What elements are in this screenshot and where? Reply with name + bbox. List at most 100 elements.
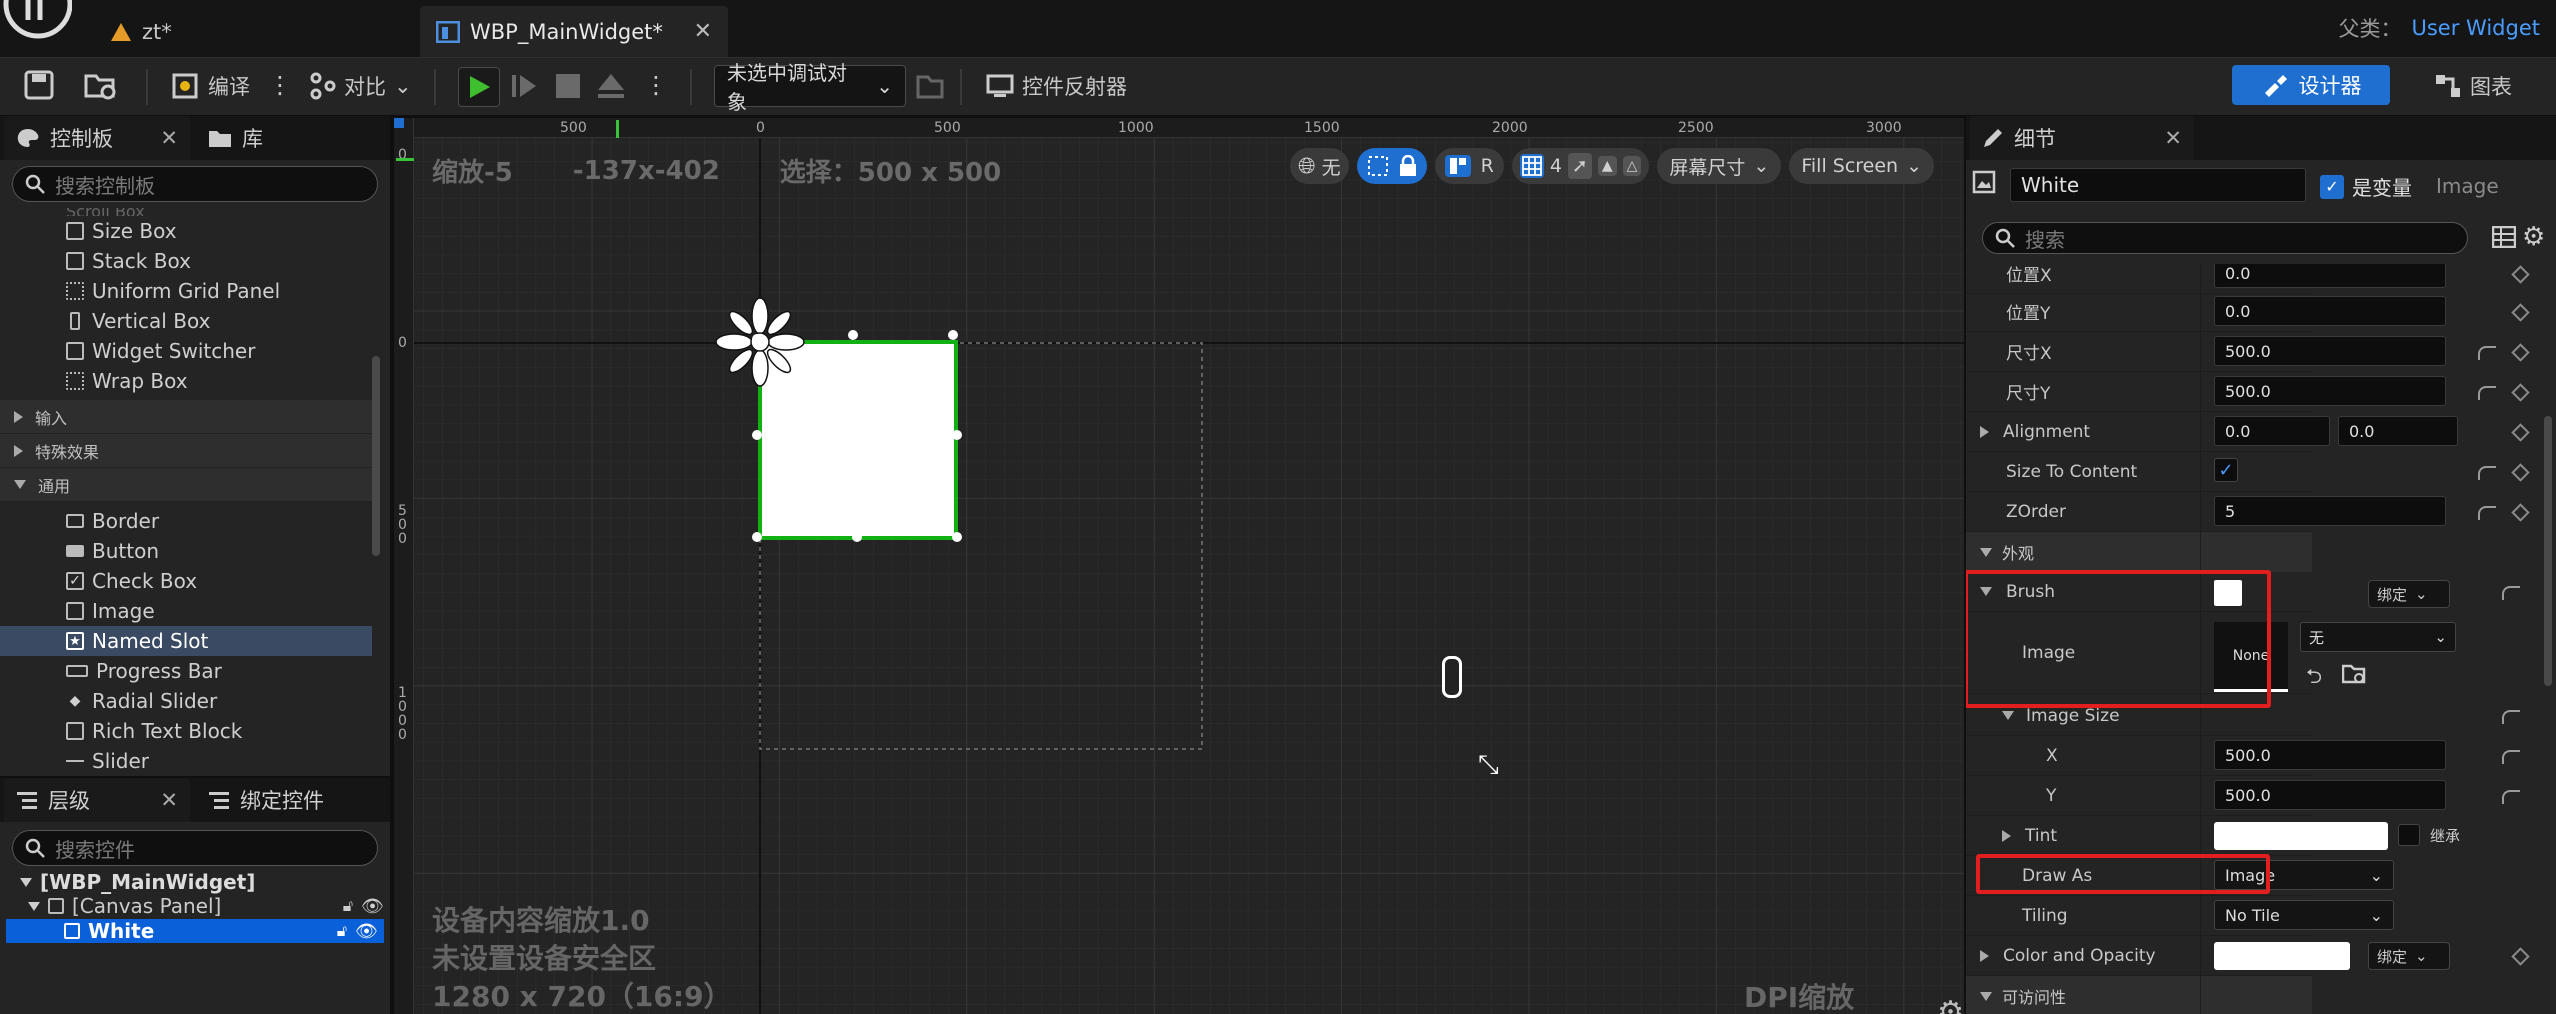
close-icon[interactable]: ✕ — [2164, 126, 2182, 150]
alignment-x-input[interactable]: 0.0 — [2214, 416, 2330, 446]
keyframe-diamond-icon[interactable] — [2511, 503, 2530, 522]
compile-options-icon[interactable]: ⋮ — [268, 71, 292, 99]
palette-item-widget-switcher[interactable]: Widget Switcher — [0, 336, 372, 366]
details-scrollbar[interactable] — [2544, 416, 2552, 686]
tab-details[interactable]: 细节 ✕ — [1970, 116, 2194, 160]
lock-icon[interactable]: 🔓︎ — [343, 896, 353, 916]
keyframe-diamond-icon[interactable] — [2511, 303, 2530, 322]
gear-icon[interactable]: ⚙ — [2522, 222, 2545, 252]
pos-x-input[interactable]: 0.0 — [2214, 264, 2446, 288]
palette-item-rich-text[interactable]: Rich Text Block — [0, 716, 372, 746]
alignment-y-input[interactable]: 0.0 — [2338, 416, 2458, 446]
tab-wbp-mainwidget[interactable]: WBP_MainWidget* ✕ — [420, 6, 728, 57]
keyframe-diamond-icon[interactable] — [2511, 383, 2530, 402]
eye-icon[interactable]: 👁︎ — [361, 896, 384, 917]
section-appearance[interactable]: 外观 — [1966, 532, 2312, 572]
browse-icon[interactable] — [84, 70, 118, 100]
unreal-logo-icon[interactable] — [0, 0, 72, 40]
gear-icon[interactable]: ⚙ — [1937, 995, 1964, 1014]
palette-item-uniform-grid[interactable]: Uniform Grid Panel — [0, 276, 372, 306]
category-input[interactable]: 输入 — [0, 400, 372, 434]
reset-arrow-icon[interactable] — [2502, 790, 2520, 804]
palette-item-radial-slider[interactable]: ◆ Radial Slider — [0, 686, 372, 716]
palette-item-image[interactable]: Image — [0, 596, 372, 626]
scroll-handle-icon[interactable] — [1442, 656, 1462, 698]
palette-item-named-slot[interactable]: ★ Named Slot — [0, 626, 372, 656]
reset-arrow-icon[interactable] — [2478, 506, 2496, 520]
palette-item-vertical-box[interactable]: Vertical Box — [0, 306, 372, 336]
tab-zt[interactable]: zt* — [94, 6, 188, 57]
inherit-checkbox[interactable]: 继承 — [2398, 824, 2460, 846]
resize-handle[interactable] — [752, 334, 762, 344]
close-icon[interactable]: ✕ — [160, 126, 178, 150]
palette-item-check-box[interactable]: ✓ Check Box — [0, 566, 372, 596]
color-opacity-swatch[interactable] — [2214, 942, 2350, 970]
hierarchy-search-input[interactable]: 搜索控件 — [12, 830, 378, 866]
graph-mode-button[interactable]: 图表 — [2434, 71, 2512, 101]
tab-library[interactable]: 库 — [196, 116, 275, 160]
tab-palette[interactable]: 控制板 ✕ — [4, 116, 190, 160]
stop-icon[interactable] — [556, 74, 580, 98]
compile-button[interactable]: 编译 — [170, 71, 250, 101]
play-options-icon[interactable]: ⋮ — [644, 71, 668, 99]
screen-size-select[interactable]: 屏幕尺寸 ⌄ — [1657, 148, 1782, 184]
resize-handle[interactable] — [848, 330, 858, 340]
palette-item-slider[interactable]: Slider — [0, 746, 372, 774]
widget-name-input[interactable]: White — [2010, 168, 2306, 202]
keyframe-diamond-icon[interactable] — [2511, 265, 2530, 284]
palette-item-border[interactable]: Border — [0, 506, 372, 536]
lock-icon[interactable]: 🔓︎ — [337, 921, 347, 941]
widget-reflector-button[interactable]: 控件反射器 — [986, 71, 1127, 101]
play-button[interactable] — [458, 67, 500, 107]
reset-arrow-icon[interactable] — [2478, 386, 2496, 400]
transform-toggle[interactable]: R — [1434, 148, 1504, 184]
size-x-input[interactable]: 500.0 — [2214, 336, 2446, 366]
table-view-icon[interactable] — [2492, 226, 2516, 248]
resize-handle[interactable] — [752, 430, 762, 440]
palette-item-stack-box[interactable]: Stack Box — [0, 246, 372, 276]
use-selected-asset-icon[interactable]: ⮌ — [2306, 662, 2322, 696]
keyframe-diamond-icon[interactable] — [2511, 423, 2530, 442]
tiling-select[interactable]: No Tile ⌄ — [2214, 900, 2394, 930]
canvas-resize-icon[interactable]: ⤡ — [1478, 750, 1499, 781]
parent-class-link[interactable]: User Widget — [2412, 16, 2541, 40]
find-debug-icon[interactable] — [916, 73, 944, 99]
eject-icon[interactable] — [596, 72, 626, 100]
category-special-effects[interactable]: 特殊效果 — [0, 434, 372, 468]
tint-color-swatch[interactable] — [2214, 822, 2388, 850]
pos-y-input[interactable]: 0.0 — [2214, 296, 2446, 326]
reset-arrow-icon[interactable] — [2478, 466, 2496, 480]
resize-handle[interactable] — [952, 532, 962, 542]
section-accessibility[interactable]: 可访问性 — [1966, 976, 2312, 1014]
palette-item-size-box[interactable]: Size Box — [0, 216, 372, 246]
keyframe-diamond-icon[interactable] — [2511, 343, 2530, 362]
fill-screen-select[interactable]: Fill Screen ⌄ — [1789, 148, 1935, 184]
debug-object-select[interactable]: 未选中调试对象 ⌄ — [714, 61, 906, 114]
image-asset-select[interactable]: 无 ⌄ — [2300, 622, 2456, 652]
tab-bind-widgets[interactable]: 绑定控件 — [196, 778, 336, 822]
browse-asset-icon[interactable] — [2342, 664, 2366, 684]
palette-item-wrap-box[interactable]: Wrap Box — [0, 366, 372, 396]
resize-handle[interactable] — [952, 430, 962, 440]
size-y-input[interactable]: 500.0 — [2214, 376, 2446, 406]
localization-toggle[interactable]: 🌐︎ 无 — [1290, 148, 1349, 184]
image-size-x-input[interactable]: 500.0 — [2214, 740, 2446, 770]
palette-search-input[interactable]: 搜索控制板 — [12, 166, 378, 202]
save-icon[interactable] — [24, 70, 54, 100]
zorder-input[interactable]: 5 — [2214, 496, 2446, 526]
size-to-content-checkbox[interactable]: ✓ — [2214, 458, 2238, 482]
resize-handle[interactable] — [752, 532, 762, 542]
snap-toggle[interactable] — [1356, 148, 1427, 184]
is-variable-checkbox[interactable]: ✓ 是变量 — [2320, 172, 2412, 201]
tree-canvas-panel[interactable]: [Canvas Panel] 🔓︎ 👁︎ — [28, 894, 384, 918]
step-icon[interactable] — [510, 72, 538, 100]
category-common[interactable]: 通用 — [0, 468, 372, 502]
diff-button[interactable]: 对比 ⌄ — [308, 71, 412, 101]
tree-item-white[interactable]: White 🔓︎ 👁︎ — [6, 919, 384, 943]
keyframe-diamond-icon[interactable] — [2511, 947, 2530, 966]
close-icon[interactable]: ✕ — [160, 788, 178, 812]
reset-arrow-icon[interactable] — [2502, 750, 2520, 764]
tab-close-icon[interactable]: ✕ — [694, 19, 712, 44]
image-size-y-input[interactable]: 500.0 — [2214, 780, 2446, 810]
resize-handle[interactable] — [948, 330, 958, 340]
